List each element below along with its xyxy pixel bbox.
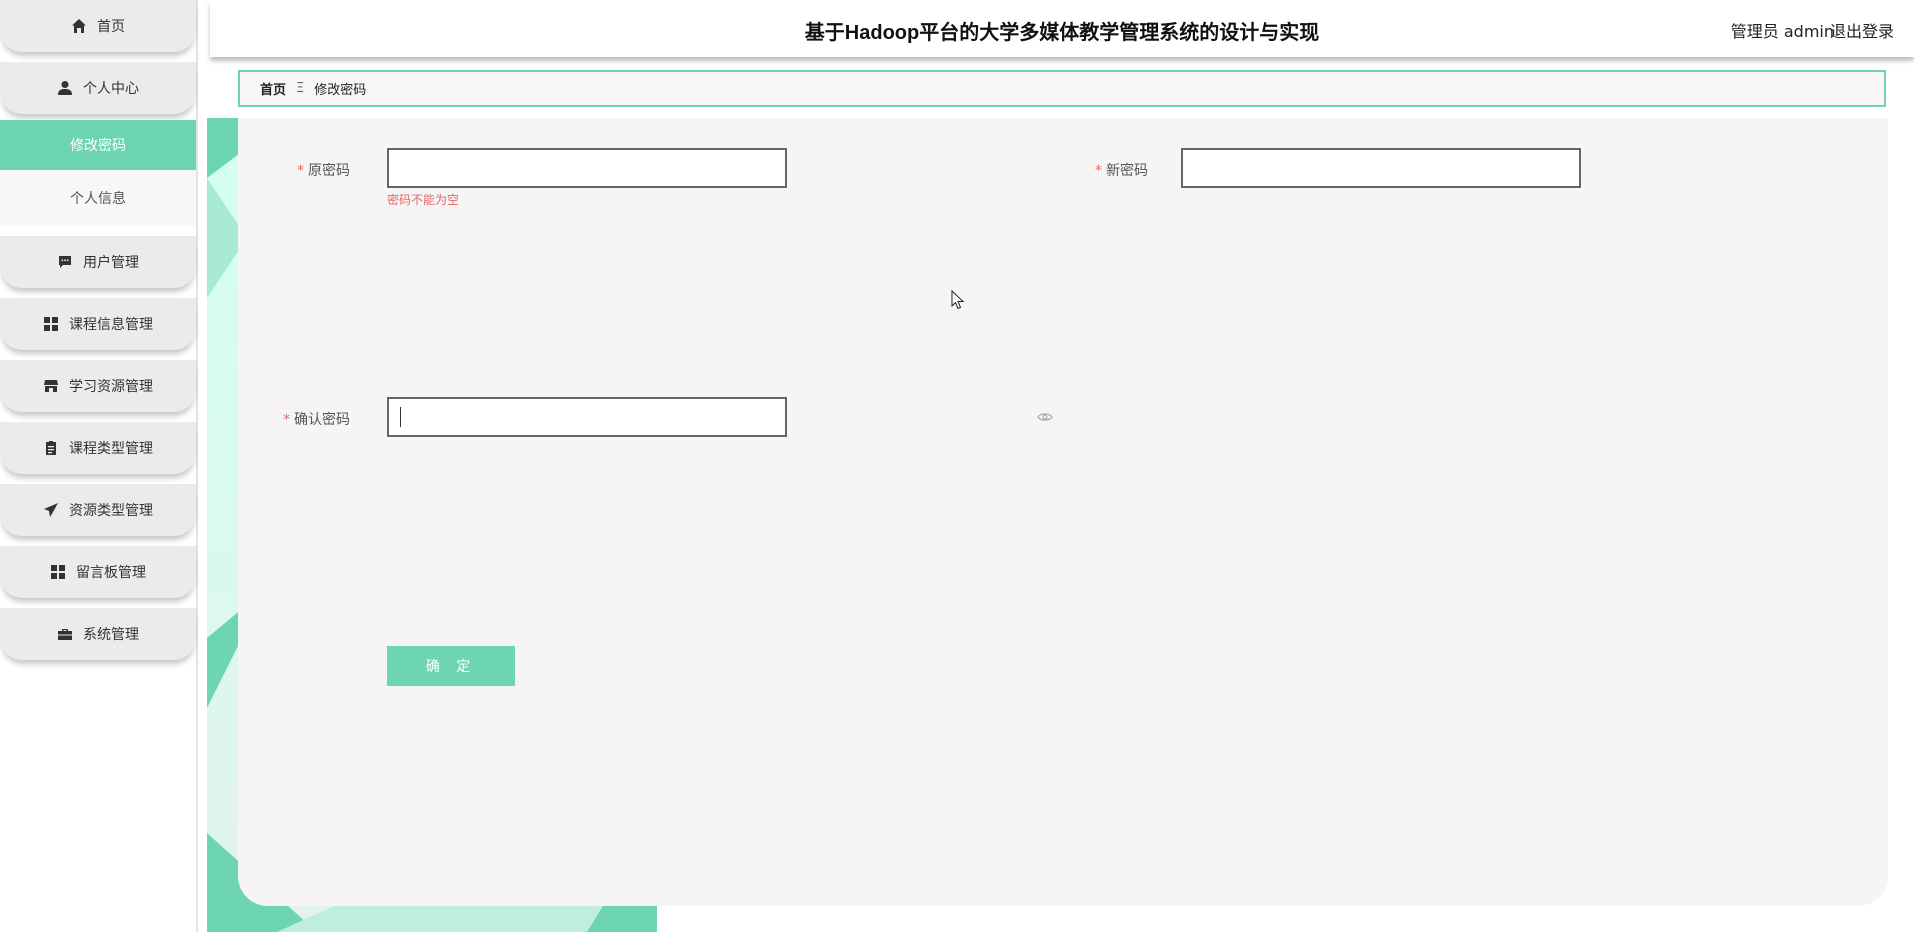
- briefcase-icon: [57, 626, 73, 642]
- chat-icon: [57, 254, 73, 270]
- change-password-form: * 原密码 密码不能为空 * 新密码 * 确认密码 确 定: [238, 118, 1888, 906]
- mouse-cursor-icon: [951, 290, 965, 310]
- sidebar-item-user-management[interactable]: 用户管理: [0, 236, 196, 288]
- store-icon: [43, 378, 59, 394]
- old-password-label-text: 原密码: [308, 163, 350, 179]
- old-password-input[interactable]: [387, 148, 787, 188]
- confirm-password-input[interactable]: [387, 397, 787, 437]
- sidebar-item-course-info[interactable]: 课程信息管理: [0, 298, 196, 350]
- sidebar-item-label: 留言板管理: [76, 565, 146, 581]
- sidebar-item-label: 课程类型管理: [69, 441, 153, 457]
- submit-button[interactable]: 确 定: [387, 646, 515, 686]
- sidebar-subitem-change-password[interactable]: 修改密码: [0, 120, 196, 170]
- new-password-label-text: 新密码: [1106, 163, 1148, 179]
- send-icon: [43, 502, 59, 518]
- logout-link[interactable]: 退出登录: [1830, 18, 1894, 42]
- sidebar-item-label: 首页: [97, 19, 125, 35]
- app-root: 首页 个人中心 修改密码 个人信息 用户管理 课程信息管理 学习资源管理 课程类…: [0, 0, 1914, 932]
- sidebar-item-resource-type[interactable]: 资源类型管理: [0, 484, 196, 536]
- old-password-label: * 原密码: [294, 160, 350, 180]
- home-icon: [71, 18, 87, 34]
- sidebar-subitem-label: 个人信息: [70, 191, 126, 207]
- sidebar-item-label: 个人中心: [83, 81, 139, 97]
- text-caret: [400, 407, 401, 427]
- sidebar-item-system-management[interactable]: 系统管理: [0, 608, 196, 660]
- confirm-password-label-text: 确认密码: [294, 412, 350, 428]
- new-password-input[interactable]: [1181, 148, 1581, 188]
- breadcrumb-home[interactable]: 首页: [260, 79, 286, 98]
- sidebar-item-label: 学习资源管理: [69, 379, 153, 395]
- sidebar-item-label: 系统管理: [83, 627, 139, 643]
- sidebar-item-message-board[interactable]: 留言板管理: [0, 546, 196, 598]
- clipboard-icon: [43, 440, 59, 456]
- sidebar-subitem-label: 修改密码: [70, 138, 126, 154]
- sidebar-item-course-type[interactable]: 课程类型管理: [0, 422, 196, 474]
- user-icon: [57, 80, 73, 96]
- required-mark: *: [1095, 163, 1102, 179]
- sidebar-item-label: 资源类型管理: [69, 503, 153, 519]
- sidebar-item-personal-center[interactable]: 个人中心: [0, 62, 196, 114]
- breadcrumb: 首页 Ξ 修改密码: [238, 70, 1886, 107]
- grid-icon: [50, 564, 66, 580]
- sidebar-item-home[interactable]: 首页: [0, 0, 196, 52]
- top-header: 基于Hadoop平台的大学多媒体教学管理系统的设计与实现 管理员 admin 退…: [210, 0, 1914, 57]
- sidebar-item-label: 课程信息管理: [69, 317, 153, 333]
- sidebar-subitem-personal-info[interactable]: 个人信息: [0, 170, 196, 226]
- current-user: 管理员 admin: [1730, 22, 1834, 41]
- confirm-password-label: * 确认密码: [282, 409, 350, 429]
- page-title: 基于Hadoop平台的大学多媒体教学管理系统的设计与实现: [804, 22, 1320, 44]
- grid-icon: [43, 316, 59, 332]
- eye-icon[interactable]: [1037, 411, 1053, 423]
- breadcrumb-separator: Ξ: [296, 81, 305, 96]
- sidebar: 首页 个人中心 修改密码 个人信息 用户管理 课程信息管理 学习资源管理 课程类…: [0, 0, 198, 932]
- old-password-error: 密码不能为空: [387, 193, 460, 207]
- sidebar-item-label: 用户管理: [83, 255, 139, 271]
- breadcrumb-current: 修改密码: [314, 83, 367, 98]
- required-mark: *: [297, 163, 304, 179]
- new-password-label: * 新密码: [1086, 160, 1148, 180]
- required-mark: *: [283, 412, 290, 428]
- sidebar-item-learning-resources[interactable]: 学习资源管理: [0, 360, 196, 412]
